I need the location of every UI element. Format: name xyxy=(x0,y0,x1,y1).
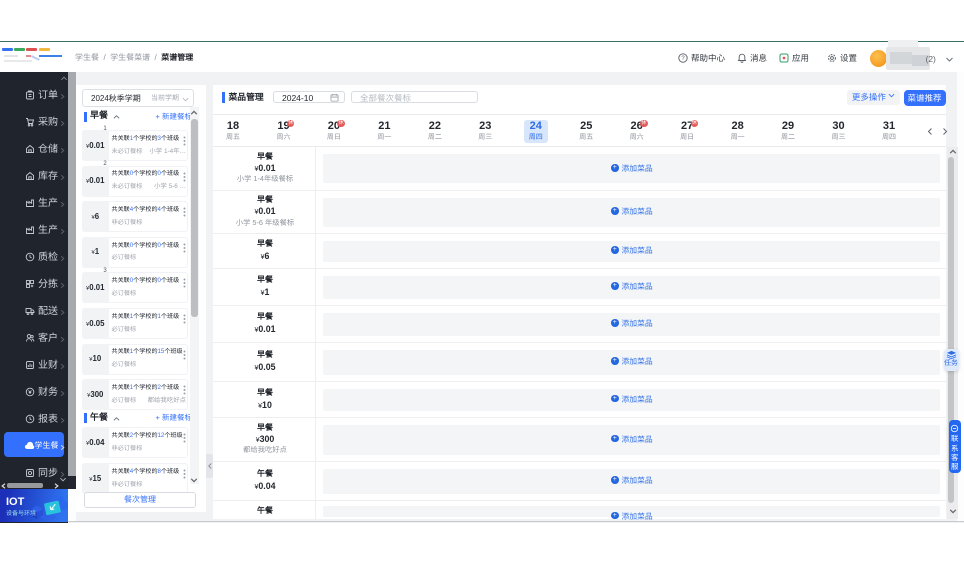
svg-text:?: ? xyxy=(681,56,685,62)
